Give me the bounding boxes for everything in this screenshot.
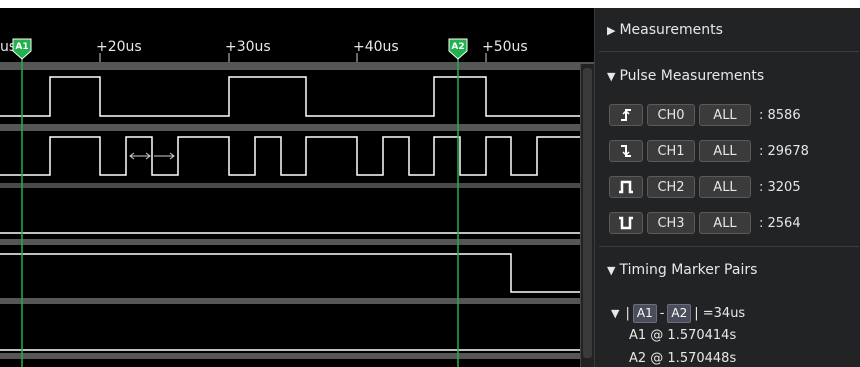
channel-select-ch2[interactable]: CH2: [647, 176, 695, 198]
channel-separator: [0, 183, 594, 188]
pair-result: | =34us: [694, 306, 746, 321]
pulse-row-ch1: CH1 ALL : 29678: [609, 139, 809, 163]
channel-select-ch0[interactable]: CH0: [647, 104, 695, 126]
pair-marker-a1[interactable]: A1: [632, 304, 657, 323]
falling-edge-icon[interactable]: [609, 104, 643, 126]
channel-0-trace[interactable]: [0, 76, 580, 117]
collapse-arrow-icon: ▼: [607, 264, 616, 277]
channel-separator: [0, 298, 594, 304]
marker-a2-label: A2: [451, 42, 464, 52]
timing-marker-pairs-title: Timing Marker Pairs: [619, 262, 758, 278]
waveform-scrollbar[interactable]: [580, 64, 595, 367]
waveform-canvas[interactable]: us +20us +30us +40us +50us A1 A2: [0, 8, 594, 367]
measurements-header[interactable]: ▶ Measurements: [607, 22, 723, 38]
pulse-row-ch2: CH2 ALL : 3205: [609, 175, 801, 199]
divider: [599, 246, 859, 247]
positive-pulse-icon[interactable]: [609, 176, 643, 198]
pulse-measurements-header[interactable]: ▼ Pulse Measurements: [607, 68, 764, 84]
pulse-value: : 8586: [759, 107, 801, 123]
side-panel: ▶ Measurements ▼ Pulse Measurements CH0 AL…: [594, 8, 860, 367]
marker-pair-row[interactable]: ▼ | A1 - A2 | =34us: [611, 304, 745, 323]
collapse-arrow-icon: ▼: [607, 70, 616, 83]
pulse-row-ch3: CH3 ALL : 2564: [609, 211, 801, 235]
measurements-title: Measurements: [619, 22, 723, 38]
rising-edge-icon[interactable]: [609, 140, 643, 162]
ruler-label-40us: +40us: [353, 39, 399, 55]
channel-select-ch1[interactable]: CH1: [647, 140, 695, 162]
pulse-measurements-title: Pulse Measurements: [619, 68, 765, 84]
channel-separator: [0, 124, 594, 131]
channel-select-ch3[interactable]: CH3: [647, 212, 695, 234]
collapse-arrow-icon: ▼: [611, 307, 620, 320]
pair-dash: -: [659, 306, 665, 321]
scrollbar-thumb[interactable]: [583, 68, 592, 358]
channel-separator: [0, 239, 594, 245]
expand-arrow-icon: ▶: [607, 24, 616, 37]
waveform-view[interactable]: us +20us +30us +40us +50us A1 A2: [0, 8, 594, 367]
divider: [599, 51, 859, 52]
ruler-label-20us: +20us: [96, 39, 142, 55]
pulse-row-ch0: CH0 ALL : 8586: [609, 103, 801, 127]
pulse-value: : 2564: [759, 215, 801, 231]
scope-select-all[interactable]: ALL: [699, 140, 751, 162]
marker-a1-time: A1 @ 1.570414s: [629, 328, 737, 343]
marker-a2-time: A2 @ 1.570448s: [629, 351, 737, 366]
ruler-label-50us: +50us: [482, 39, 528, 55]
scope-select-all[interactable]: ALL: [699, 104, 751, 126]
logic-analyzer-window: us +20us +30us +40us +50us A1 A2 ▶ Measu…: [0, 0, 860, 367]
top-strip: [0, 0, 860, 8]
pair-marker-a2[interactable]: A2: [667, 304, 692, 323]
ruler-label-30us: +30us: [225, 39, 271, 55]
scope-select-all[interactable]: ALL: [699, 212, 751, 234]
negative-pulse-icon[interactable]: [609, 212, 643, 234]
pair-bar: |: [625, 306, 630, 321]
pulse-value: : 29678: [759, 143, 809, 159]
channel-separator: [0, 353, 594, 359]
scope-select-all[interactable]: ALL: [699, 176, 751, 198]
channel-1-trace[interactable]: [0, 136, 580, 176]
pulse-value: : 3205: [759, 179, 801, 195]
timing-marker-pairs-header[interactable]: ▼ Timing Marker Pairs: [607, 262, 757, 278]
channel-separator: [0, 62, 594, 70]
marker-a1-label: A1: [15, 42, 28, 52]
channel-3-trace[interactable]: [0, 253, 580, 293]
